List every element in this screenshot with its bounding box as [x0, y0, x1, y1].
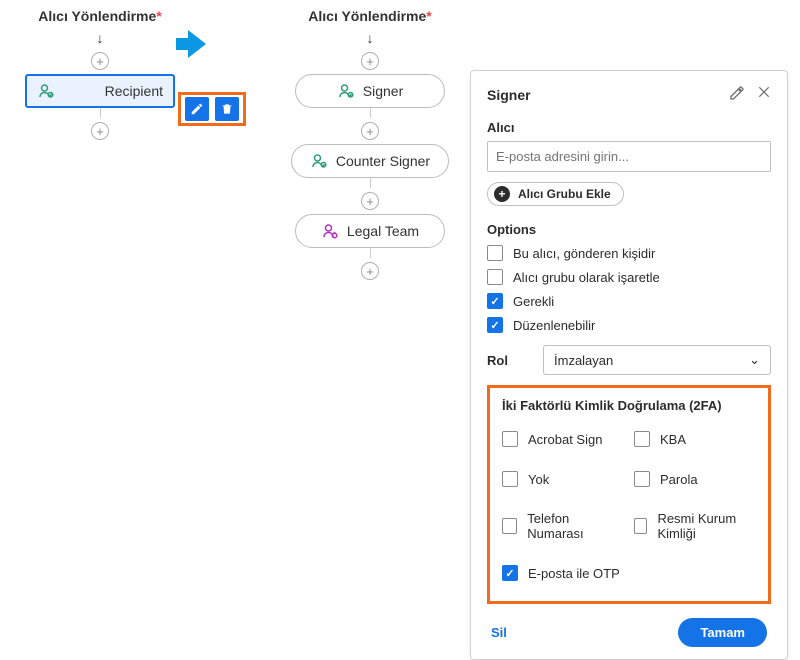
twofa-label: Resmi Kurum Kimliği — [657, 511, 756, 541]
twofa-acrobat-sign-checkbox[interactable] — [502, 431, 518, 447]
flow2-title: Alıcı Yönlendirme* — [308, 8, 431, 24]
twofa-gov-id-checkbox[interactable] — [634, 518, 647, 534]
twofa-phone-checkbox[interactable] — [502, 518, 517, 534]
flow2-node-counter-signer[interactable]: Counter Signer — [291, 144, 449, 178]
add-recipient-group-button[interactable]: + Alıcı Grubu Ekle — [487, 182, 624, 206]
node-label: Recipient — [105, 83, 163, 99]
panel-title: Signer — [487, 87, 531, 103]
add-node-button[interactable]: + — [91, 52, 109, 70]
options-section-label: Options — [487, 222, 771, 237]
option-sender-checkbox[interactable] — [487, 245, 503, 261]
role-select[interactable]: İmzalayan ⌄ — [543, 345, 771, 375]
twofa-phone: Telefon Numarası — [502, 511, 624, 541]
flow2-node-signer[interactable]: Signer — [295, 74, 445, 108]
option-label: Düzenlenebilir — [513, 318, 595, 333]
person-icon — [310, 152, 328, 170]
recipient-panel: Signer Alıcı + Alıcı Grubu Ekle Options … — [470, 70, 788, 660]
connector-line — [100, 108, 101, 118]
role-label: Rol — [487, 353, 527, 368]
add-node-button[interactable]: + — [91, 122, 109, 140]
option-editable: Düzenlenebilir — [487, 317, 771, 333]
twofa-acrobat-sign: Acrobat Sign — [502, 431, 624, 447]
add-node-button[interactable]: + — [361, 122, 379, 140]
twofa-kba: KBA — [634, 431, 756, 447]
twofa-none: Yok — [502, 471, 624, 487]
edit-panel-button[interactable] — [729, 85, 745, 104]
add-node-button[interactable]: + — [361, 262, 379, 280]
role-row: Rol İmzalayan ⌄ — [487, 345, 771, 375]
option-label: Alıcı grubu olarak işaretle — [513, 270, 660, 285]
twofa-label: E-posta ile OTP — [528, 566, 620, 581]
twofa-email-otp-checkbox[interactable] — [502, 565, 518, 581]
option-required-checkbox[interactable] — [487, 293, 503, 309]
callout-arrow-icon — [176, 30, 210, 58]
person-icon — [37, 82, 55, 100]
arrow-down-icon: ↓ — [97, 30, 104, 46]
option-mark-group: Alıcı grubu olarak işaretle — [487, 269, 771, 285]
pencil-icon — [190, 102, 204, 116]
twofa-label: Yok — [528, 472, 549, 487]
node-label: Legal Team — [347, 223, 419, 239]
flow-column-2: Alıcı Yönlendirme* ↓ + Signer + Counter … — [280, 8, 460, 284]
recipient-section-label: Alıcı — [487, 120, 771, 135]
twofa-section: İki Faktörlü Kimlik Doğrulama (2FA) Acro… — [487, 385, 771, 604]
pencil-icon — [729, 85, 745, 101]
delete-node-button[interactable] — [215, 97, 239, 121]
twofa-password: Parola — [634, 471, 756, 487]
twofa-none-checkbox[interactable] — [502, 471, 518, 487]
twofa-password-checkbox[interactable] — [634, 471, 650, 487]
node-label: Signer — [363, 83, 403, 99]
flow2-node-legal-team[interactable]: Legal Team — [295, 214, 445, 248]
delete-button[interactable]: Sil — [491, 625, 507, 640]
chevron-down-icon: ⌄ — [749, 352, 760, 368]
panel-header-actions — [729, 85, 771, 104]
twofa-label: Parola — [660, 472, 698, 487]
ok-button[interactable]: Tamam — [678, 618, 767, 647]
role-value: İmzalayan — [554, 353, 613, 368]
edit-delete-group — [178, 92, 246, 126]
connector-line — [370, 248, 371, 258]
add-node-button[interactable]: + — [361, 192, 379, 210]
option-sender: Bu alıcı, gönderen kişidir — [487, 245, 771, 261]
flow1-node-recipient[interactable]: Recipient — [25, 74, 175, 108]
twofa-grid: Acrobat Sign KBA Yok Parola Telefon Numa… — [502, 423, 756, 589]
option-required: Gerekli — [487, 293, 771, 309]
twofa-gov-id: Resmi Kurum Kimliği — [634, 511, 756, 541]
twofa-title: İki Faktörlü Kimlik Doğrulama (2FA) — [502, 398, 756, 413]
twofa-kba-checkbox[interactable] — [634, 431, 650, 447]
option-label: Bu alıcı, gönderen kişidir — [513, 246, 655, 261]
twofa-label: Telefon Numarası — [527, 511, 624, 541]
arrow-down-icon: ↓ — [367, 30, 374, 46]
close-panel-button[interactable] — [757, 85, 771, 104]
person-badge-icon — [321, 222, 339, 240]
twofa-label: Acrobat Sign — [528, 432, 602, 447]
connector-line — [370, 108, 371, 118]
edit-node-button[interactable] — [185, 97, 209, 121]
option-editable-checkbox[interactable] — [487, 317, 503, 333]
close-icon — [757, 85, 771, 99]
twofa-email-otp: E-posta ile OTP — [502, 565, 624, 581]
add-node-button[interactable]: + — [361, 52, 379, 70]
option-label: Gerekli — [513, 294, 554, 309]
option-mark-group-checkbox[interactable] — [487, 269, 503, 285]
plus-circle-icon: + — [494, 186, 510, 202]
flow1-title: Alıcı Yönlendirme* — [38, 8, 161, 24]
trash-icon — [220, 102, 234, 116]
flow-column-1: Alıcı Yönlendirme* ↓ + Recipient + — [10, 8, 190, 144]
panel-footer: Sil Tamam — [487, 618, 771, 647]
twofa-label: KBA — [660, 432, 686, 447]
node-label: Counter Signer — [336, 153, 430, 169]
connector-line — [370, 178, 371, 188]
recipient-email-input[interactable] — [487, 141, 771, 172]
panel-header: Signer — [487, 85, 771, 104]
add-group-label: Alıcı Grubu Ekle — [518, 187, 611, 201]
person-icon — [337, 82, 355, 100]
